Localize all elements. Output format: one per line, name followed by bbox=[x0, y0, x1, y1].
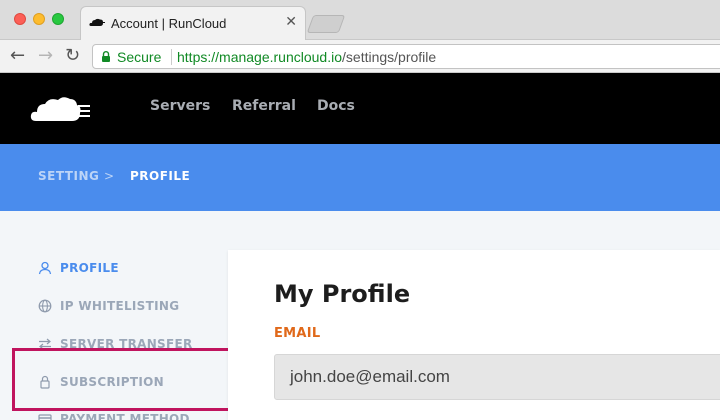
window-minimize-button[interactable] bbox=[33, 13, 45, 25]
user-icon bbox=[38, 261, 52, 275]
subscription-highlight-box bbox=[12, 348, 248, 411]
secure-label: Secure bbox=[117, 49, 162, 65]
forward-arrow-icon[interactable]: → bbox=[38, 45, 53, 66]
breadcrumb-separator: > bbox=[104, 169, 115, 183]
back-arrow-icon[interactable]: ← bbox=[10, 45, 25, 66]
reload-icon[interactable]: ↻ bbox=[65, 45, 80, 66]
tab-title: Account | RunCloud bbox=[111, 16, 227, 31]
email-label: EMAIL bbox=[274, 326, 321, 341]
breadcrumb-profile: PROFILE bbox=[130, 169, 191, 183]
new-tab-button[interactable] bbox=[306, 15, 346, 33]
browser-toolbar: ← → ↻ Secure https://manage.runcloud.io/… bbox=[0, 40, 720, 73]
sidebar-item-label: IP WHITELISTING bbox=[60, 299, 180, 313]
nav-docs[interactable]: Docs bbox=[317, 98, 355, 114]
browser-tab-active[interactable]: Account | RunCloud ✕ bbox=[80, 6, 306, 41]
window-zoom-button[interactable] bbox=[52, 13, 64, 25]
url-scheme: https:// bbox=[177, 49, 220, 65]
email-field[interactable]: john.doe@email.com bbox=[274, 354, 720, 400]
sidebar-item-label: PAYMENT METHOD bbox=[60, 412, 190, 420]
breadcrumb-banner: SETTING > PROFILE bbox=[0, 144, 720, 211]
runcloud-favicon-icon bbox=[89, 18, 105, 26]
url-host: manage.runcloud.io bbox=[219, 49, 343, 65]
globe-icon bbox=[38, 299, 52, 313]
runcloud-logo-icon[interactable] bbox=[30, 95, 92, 123]
breadcrumb-setting[interactable]: SETTING bbox=[38, 169, 99, 183]
sidebar-item-label: PROFILE bbox=[60, 261, 119, 275]
app-header: Servers Referral Docs bbox=[0, 73, 720, 144]
secure-lock-icon bbox=[102, 51, 110, 62]
nav-referral[interactable]: Referral bbox=[232, 98, 296, 114]
nav-servers[interactable]: Servers bbox=[150, 98, 210, 114]
tab-close-icon[interactable]: ✕ bbox=[285, 14, 297, 30]
browser-tab-strip: Account | RunCloud ✕ bbox=[0, 0, 720, 41]
url-path: /settings/profile bbox=[342, 49, 437, 65]
address-bar[interactable]: Secure https://manage.runcloud.io/settin… bbox=[92, 44, 720, 69]
window-close-button[interactable] bbox=[14, 13, 26, 25]
profile-card: My Profile EMAIL john.doe@email.com bbox=[228, 250, 720, 420]
card-icon bbox=[38, 414, 52, 420]
address-divider bbox=[171, 49, 172, 65]
page-title: My Profile bbox=[274, 280, 411, 308]
url-text[interactable]: https://manage.runcloud.io/settings/prof… bbox=[177, 49, 436, 65]
